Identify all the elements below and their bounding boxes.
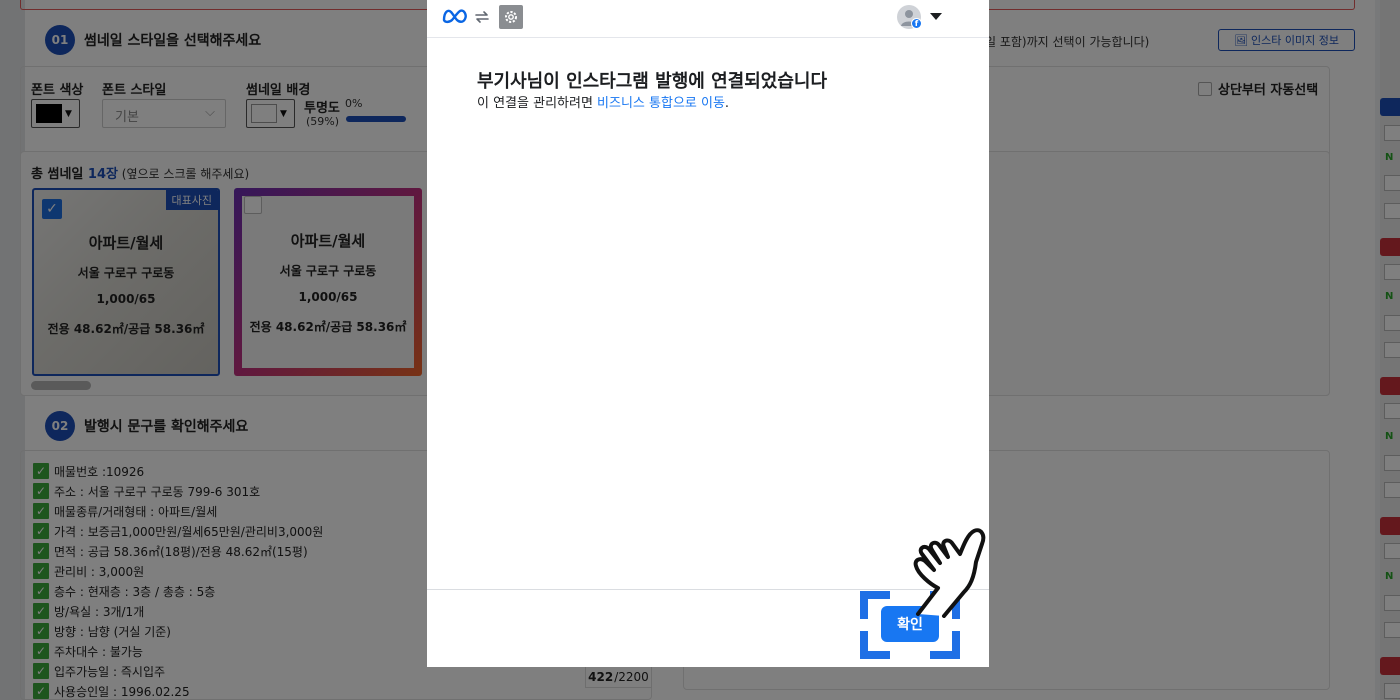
dialog-header: f [427, 0, 989, 38]
dialog-subtitle: 이 연결을 관리하려면 비즈니스 통합으로 이동. [477, 92, 729, 111]
highlight-corner [860, 591, 890, 619]
account-dropdown-icon[interactable] [930, 13, 942, 20]
account-avatar[interactable]: f [897, 5, 922, 29]
highlight-corner [860, 631, 890, 659]
dialog-footer-divider [427, 589, 989, 590]
pointing-hand-icon [913, 528, 986, 618]
meta-connection-dialog: f 부기사님이 인스타그램 발행에 연결되었습니다 이 연결을 관리하려면 비즈… [427, 0, 989, 667]
gear-icon [499, 5, 523, 29]
highlight-corner [930, 631, 960, 659]
meta-logo-icon [442, 9, 467, 24]
dialog-subtitle-period: . [724, 96, 730, 111]
dialog-title: 부기사님이 인스타그램 발행에 연결되었습니다 [477, 71, 827, 92]
sync-icon [475, 11, 489, 23]
facebook-badge-icon: f [911, 18, 922, 29]
business-integrations-link[interactable]: 비즈니스 통합으로 이동 [597, 96, 725, 111]
dialog-subtitle-text: 이 연결을 관리하려면 [477, 96, 598, 111]
